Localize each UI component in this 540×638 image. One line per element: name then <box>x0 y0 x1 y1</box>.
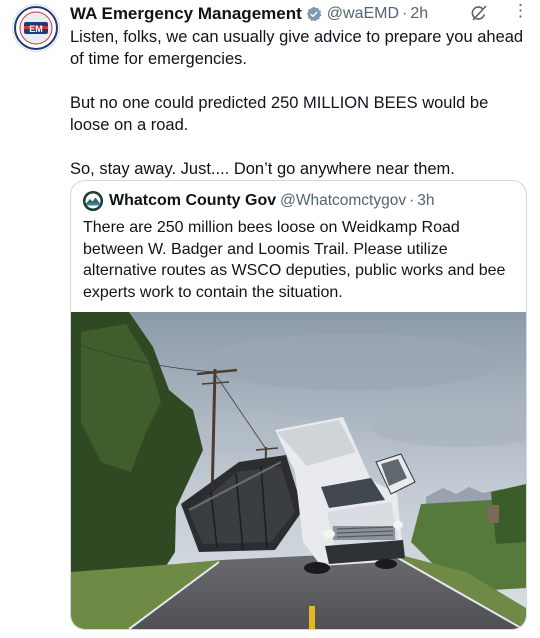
tweet-body: Listen, folks, we can usually give advic… <box>70 26 530 202</box>
author-handle[interactable]: @waEMD <box>327 5 399 23</box>
truck-crash-photo[interactable] <box>71 312 526 629</box>
quoted-author-handle[interactable]: @Whatcomctygov <box>280 192 406 210</box>
grok-icon[interactable] <box>470 4 488 22</box>
tweet-paragraph: But no one could predicted 250 MILLION B… <box>70 94 489 134</box>
separator-dot: · <box>409 192 415 209</box>
separator-dot: · <box>402 5 408 22</box>
tweet-header: WA Emergency Management @waEMD · 2h <box>70 3 532 25</box>
quoted-tweet-header: Whatcom County Gov @Whatcomctygov · 3h <box>83 191 435 211</box>
tweet-timestamp[interactable]: 2h <box>410 5 428 23</box>
quoted-tweet-card[interactable]: Whatcom County Gov @Whatcomctygov · 3h T… <box>70 180 527 630</box>
author-avatar[interactable]: EM <box>12 4 60 52</box>
more-options-icon[interactable]: ⋮ <box>512 2 529 20</box>
quoted-tweet-text: There are 250 million bees loose on Weid… <box>83 219 506 301</box>
verified-badge-icon <box>306 6 322 22</box>
quoted-tweet-timestamp[interactable]: 3h <box>417 192 434 210</box>
svg-text:EM: EM <box>29 24 43 34</box>
tweet-paragraph: Listen, folks, we can usually give advic… <box>70 28 524 68</box>
quoted-author-avatar[interactable] <box>83 191 103 211</box>
quoted-author-name[interactable]: Whatcom County Gov <box>109 192 276 210</box>
tweet-paragraph: So, stay away. Just.... Don’t go anywher… <box>70 160 455 178</box>
author-name[interactable]: WA Emergency Management <box>70 4 302 24</box>
